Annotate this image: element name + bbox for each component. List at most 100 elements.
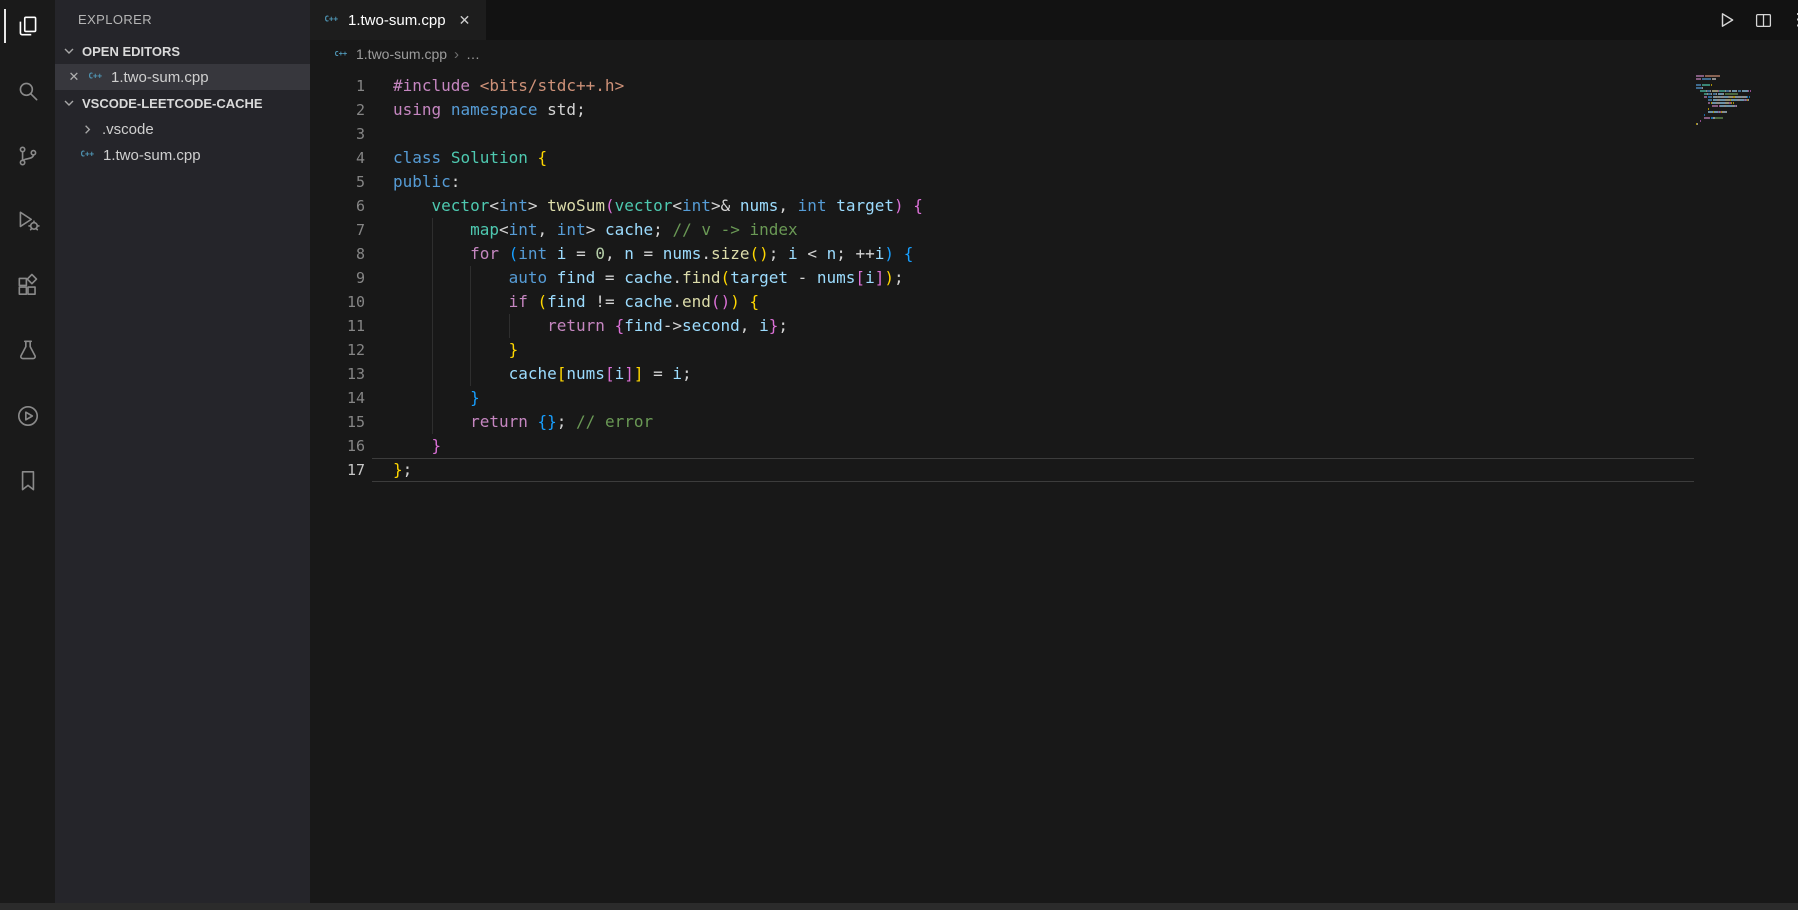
activity-source-control-button[interactable] [4, 132, 52, 180]
activity-run-circle-button[interactable] [4, 392, 52, 440]
code-line[interactable]: 7 map<int, int> cache; // v -> index [310, 218, 1798, 242]
code-line[interactable]: 16 } [310, 434, 1798, 458]
code-line[interactable]: 15 return {}; // error [310, 410, 1798, 434]
line-content: using namespace std; [393, 98, 586, 122]
code-line[interactable]: 11 return {find->second, i}; [310, 314, 1798, 338]
activity-search-button[interactable] [4, 67, 52, 115]
tab-bar: C++ 1.two-sum.cpp ✕ ⋮ [310, 0, 1798, 40]
tab-label: 1.two-sum.cpp [348, 12, 446, 29]
bookmark-icon [15, 468, 41, 494]
cpp-file-icon: C++ [80, 145, 96, 165]
breadcrumb-symbol-more[interactable]: … [466, 46, 480, 62]
line-number: 9 [310, 266, 365, 290]
tree-item-vscode-folder[interactable]: .vscode [55, 116, 310, 142]
activity-run-debug-button[interactable] [4, 197, 52, 245]
svg-text:C++: C++ [89, 72, 103, 81]
files-icon [15, 13, 41, 39]
more-actions-button[interactable]: ⋮ [1791, 10, 1798, 30]
activity-testing-button[interactable] [4, 327, 52, 375]
line-content: class Solution { [393, 146, 547, 170]
line-number: 8 [310, 242, 365, 266]
line-number: 4 [310, 146, 365, 170]
tree-item-label: .vscode [102, 121, 154, 138]
code-area[interactable]: 1 #include <bits/stdc++.h> 2 using namespac… [310, 68, 1798, 903]
line-content: #include <bits/stdc++.h> [393, 74, 624, 98]
line-content: } [393, 338, 518, 362]
line-number: 12 [310, 338, 365, 362]
minimap[interactable] [1696, 75, 1772, 126]
code-line[interactable]: 3 [310, 122, 1798, 146]
code-lines: 1 #include <bits/stdc++.h> 2 using namespac… [310, 74, 1798, 482]
svg-text:C++: C++ [334, 49, 347, 58]
code-line[interactable]: 2 using namespace std; [310, 98, 1798, 122]
close-icon[interactable]: ✕ [67, 69, 81, 85]
code-line[interactable]: 6 vector<int> twoSum(vector<int>& nums, … [310, 194, 1798, 218]
line-number: 2 [310, 98, 365, 122]
activity-bar [0, 0, 55, 903]
section-workspace[interactable]: VSCODE-LEETCODE-CACHE [55, 90, 310, 116]
breadcrumb-separator-icon: › [454, 46, 459, 63]
chevron-right-icon [80, 122, 95, 137]
cpp-file-icon: C++ [324, 10, 340, 30]
code-line[interactable]: 13 cache[nums[i]] = i; [310, 362, 1798, 386]
chevron-down-icon [61, 95, 77, 111]
play-circle-icon [15, 403, 41, 429]
code-line[interactable]: 17}; [310, 458, 1798, 482]
section-open-editors[interactable]: OPEN EDITORS [55, 38, 310, 64]
line-number: 15 [310, 410, 365, 434]
cpp-file-icon: C++ [88, 67, 104, 87]
code-line[interactable]: 8 for (int i = 0, n = nums.size(); i < n… [310, 242, 1798, 266]
cpp-file-icon: C++ [334, 45, 349, 63]
svg-text:C++: C++ [81, 150, 95, 159]
line-number: 6 [310, 194, 365, 218]
line-number: 13 [310, 362, 365, 386]
line-content: if (find != cache.end()) { [393, 290, 759, 314]
code-line[interactable]: 9 auto find = cache.find(target - nums[i… [310, 266, 1798, 290]
split-editor-button[interactable] [1755, 12, 1772, 29]
tree-item-label: 1.two-sum.cpp [103, 147, 201, 164]
line-content: for (int i = 0, n = nums.size(); i < n; … [393, 242, 913, 266]
line-number: 1 [310, 74, 365, 98]
tree-item-two-sum-file[interactable]: C++ 1.two-sum.cpp [55, 142, 310, 168]
activity-extensions-button[interactable] [4, 262, 52, 310]
svg-text:C++: C++ [325, 15, 339, 24]
code-line[interactable]: 5 public: [310, 170, 1798, 194]
activity-bookmarks-button[interactable] [4, 457, 52, 505]
line-content: return {}; // error [393, 410, 653, 434]
line-content: auto find = cache.find(target - nums[i])… [393, 266, 904, 290]
line-content: public: [393, 170, 460, 194]
run-button[interactable] [1718, 11, 1736, 29]
line-content: return {find->second, i}; [393, 314, 788, 338]
line-number: 17 [310, 458, 365, 482]
activity-explorer-button[interactable] [4, 2, 52, 50]
open-editor-label: 1.two-sum.cpp [111, 69, 209, 86]
line-number: 10 [310, 290, 365, 314]
line-number: 3 [310, 122, 365, 146]
line-content: } [393, 434, 441, 458]
code-line[interactable]: 12 } [310, 338, 1798, 362]
code-line[interactable]: 14 } [310, 386, 1798, 410]
debug-icon [15, 208, 41, 234]
line-number: 7 [310, 218, 365, 242]
breadcrumb-file[interactable]: 1.two-sum.cpp [356, 46, 447, 62]
line-content: cache[nums[i]] = i; [393, 362, 692, 386]
line-content: }; [393, 458, 412, 482]
line-number: 16 [310, 434, 365, 458]
open-editor-item[interactable]: ✕ C++ 1.two-sum.cpp [55, 64, 310, 90]
line-content: map<int, int> cache; // v -> index [393, 218, 798, 242]
extensions-icon [15, 273, 41, 299]
code-line[interactable]: 1 #include <bits/stdc++.h> [310, 74, 1798, 98]
code-line[interactable]: 4 class Solution { [310, 146, 1798, 170]
bottom-edge-strip [0, 903, 1798, 910]
code-line[interactable]: 10 if (find != cache.end()) { [310, 290, 1798, 314]
tab-close-icon[interactable]: ✕ [458, 12, 472, 29]
section-label: OPEN EDITORS [82, 44, 180, 59]
chevron-down-icon [61, 43, 77, 59]
sidebar-explorer: EXPLORER OPEN EDITORS ✕ C++ 1.two-sum.cp… [55, 0, 310, 903]
line-number: 5 [310, 170, 365, 194]
section-label: VSCODE-LEETCODE-CACHE [82, 96, 263, 111]
sidebar-title: EXPLORER [55, 0, 310, 38]
tab-two-sum-cpp[interactable]: C++ 1.two-sum.cpp ✕ [310, 0, 486, 40]
breadcrumb: C++ 1.two-sum.cpp › … [310, 40, 1798, 68]
editor-group: C++ 1.two-sum.cpp ✕ ⋮ [310, 0, 1798, 903]
